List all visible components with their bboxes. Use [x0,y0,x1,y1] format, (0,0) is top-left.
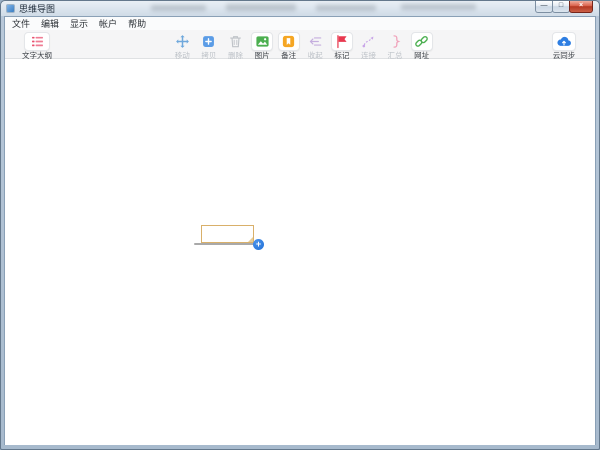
menu-item-help[interactable]: 帮助 [124,18,150,30]
window-title: 思维导图 [19,4,56,14]
text-outline-button[interactable]: 文字大纲 [13,30,61,60]
title-bar[interactable]: 思维导图 — □ × [1,1,599,16]
cloud-sync-button[interactable]: 云同步 [547,30,581,60]
aero-glass-smudge [226,4,296,11]
link-icon [410,32,433,51]
tool-mark[interactable]: 标记 [329,30,356,60]
aero-glass-smudge [316,5,376,11]
topic-node[interactable] [201,225,254,243]
tool-note[interactable]: 备注 [275,30,302,60]
topic-baseline [194,243,259,245]
copy-icon [198,32,220,51]
tool-picture[interactable]: 图片 [249,30,276,60]
tool-summary[interactable]: 汇总 [382,30,409,60]
window-controls: — □ × [535,1,593,13]
menu-item-file[interactable]: 文件 [8,18,34,30]
canvas[interactable]: + [5,59,595,445]
tool-url[interactable]: 网址 [408,30,435,60]
menu-item-edit[interactable]: 编辑 [37,18,63,30]
add-topic-button[interactable]: + [253,239,264,250]
picture-icon [251,32,274,51]
aero-glass-smudge [401,4,476,10]
menu-item-view[interactable]: 显示 [66,18,92,30]
close-button[interactable]: × [569,1,593,13]
tool-copy[interactable]: 拷贝 [196,30,223,60]
note-icon [277,32,300,51]
minimize-button[interactable]: — [535,1,553,13]
connect-icon [357,32,379,51]
aero-glass-smudge [151,5,206,11]
client-area: 文件 编辑 显示 帐户 帮助 文字大纲 移动 拷贝 删除 图片 备注 收起 标记… [4,16,596,445]
collapse-icon [304,32,326,51]
folded-corner-icon [248,237,253,242]
summary-icon [384,32,406,51]
cloud-sync-icon [552,32,576,51]
menu-item-account[interactable]: 帐户 [95,18,121,30]
tool-collapse[interactable]: 收起 [302,30,329,60]
toolbar-center-group: 移动 拷贝 删除 图片 备注 收起 标记 连接 汇总 网址 [169,30,435,60]
app-icon [6,4,15,13]
maximize-button[interactable]: □ [552,1,570,13]
tool-connect[interactable]: 连接 [355,30,382,60]
delete-icon [224,32,246,51]
tool-delete[interactable]: 删除 [222,30,249,60]
outline-list-icon [24,32,50,51]
app-window: 思维导图 — □ × 文件 编辑 显示 帐户 帮助 文字大纲 移动 拷贝 删除 … [0,0,600,450]
move-icon [171,32,193,51]
toolbar: 文字大纲 移动 拷贝 删除 图片 备注 收起 标记 连接 汇总 网址 云同步 [5,30,595,60]
tool-move[interactable]: 移动 [169,30,196,60]
menu-bar: 文件 编辑 显示 帐户 帮助 [5,17,595,30]
flag-icon [330,32,353,51]
